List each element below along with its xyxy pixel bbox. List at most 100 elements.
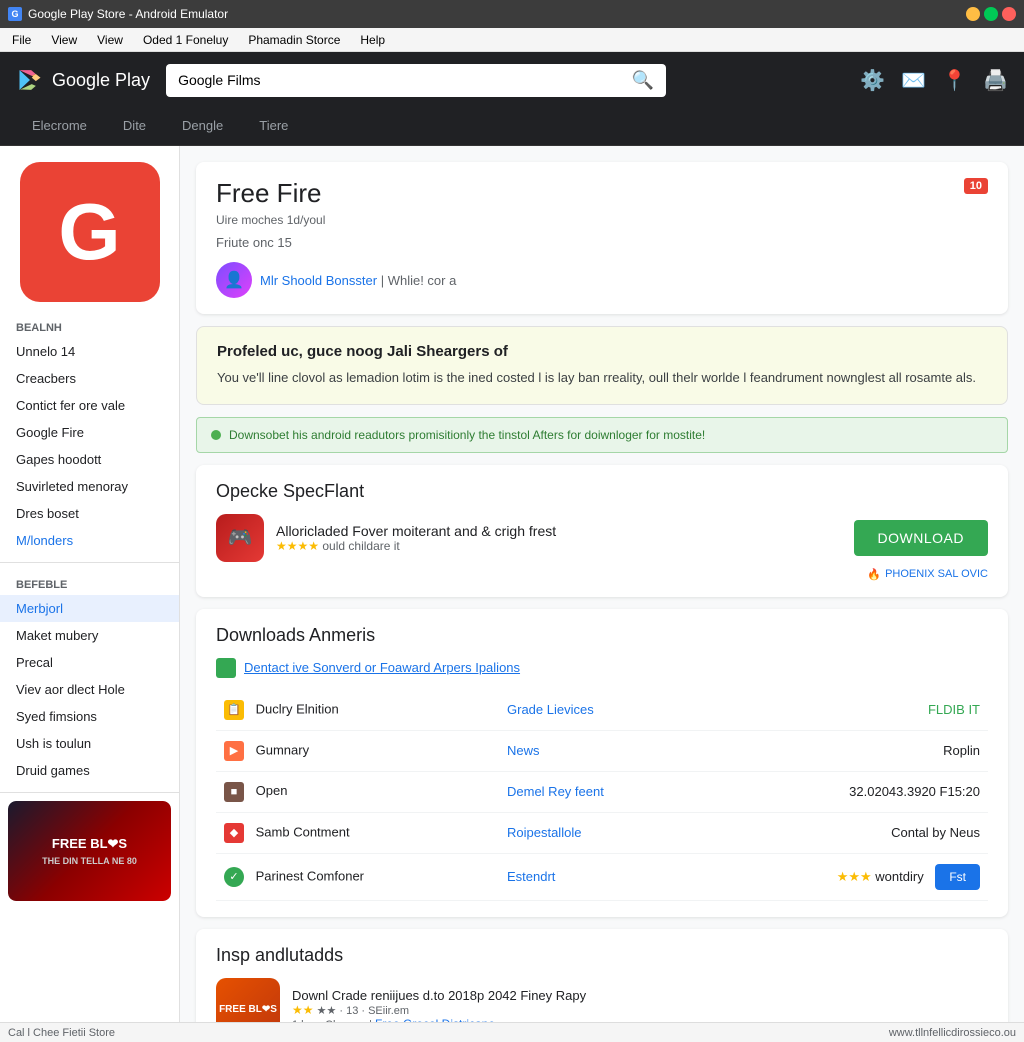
- status-right: www.tllnfellicdirossieco.ou: [889, 1027, 1016, 1039]
- sidebar-banner: FREE BL❤S THE DIN TELLA NE 80: [8, 801, 171, 901]
- dl-icon-check: ✓: [224, 867, 244, 887]
- menu-view2[interactable]: View: [93, 31, 127, 49]
- nav-tab-tiere[interactable]: Tiere: [243, 108, 304, 145]
- google-play-text: Google Play: [52, 70, 150, 91]
- search-bar[interactable]: 🔍: [166, 64, 666, 97]
- sidebar-item-dres[interactable]: Dres boset: [0, 500, 179, 527]
- table-row: ■ Open Demel Rey feent 32.02043.3920 F15…: [216, 771, 988, 812]
- dl-timestamp: 32.02043.3920 F15:20: [699, 771, 988, 812]
- title-bar: G Google Play Store - Android Emulator: [0, 0, 1024, 28]
- maximize-button[interactable]: [984, 7, 998, 21]
- nav-tab-dite[interactable]: Dite: [107, 108, 162, 145]
- related-title: Opecke SpecFlant: [216, 481, 988, 502]
- menu-pham[interactable]: Phamadin Storce: [244, 31, 344, 49]
- dl-icon-red: ◆: [224, 823, 244, 843]
- green-notice: Downsobet his android readutors promisit…: [196, 417, 1008, 453]
- main-layout: G Bealnh Unnelo 14 Creacbers Contict fer…: [0, 146, 1024, 1022]
- sidebar-item-merbjorl[interactable]: Merbjorl: [0, 595, 179, 622]
- phoenix-link[interactable]: 🔥 PHOENIX SAL OVIC: [216, 568, 988, 581]
- insp-name: Downl Crade reniijues d.to 2018p 2042 Fi…: [292, 988, 988, 1003]
- app-badge: 10: [964, 178, 988, 194]
- insp-info: Downl Crade reniijues d.to 2018p 2042 Fi…: [292, 988, 988, 1022]
- minimize-button[interactable]: [966, 7, 980, 21]
- related-card: Opecke SpecFlant 🎮 Alloricladed Fover mo…: [196, 465, 1008, 597]
- downloads-link[interactable]: Dentact ive Sonverd or Foaward Arpers Ip…: [244, 660, 520, 675]
- sidebar-item-precal[interactable]: Precal: [0, 649, 179, 676]
- location-icon[interactable]: 📍: [942, 68, 967, 93]
- menu-bar: File View View Oded 1 Foneluy Phamadin S…: [0, 28, 1024, 52]
- nav-tab-dengle[interactable]: Dengle: [166, 108, 239, 145]
- sidebar: G Bealnh Unnelo 14 Creacbers Contict fer…: [0, 146, 180, 1022]
- table-cell: ■ Open: [216, 771, 499, 812]
- phoenix-icon: 🔥: [867, 568, 881, 581]
- description-card: Profeled uc, guce noog Jali Sheargers of…: [196, 326, 1008, 405]
- menu-help[interactable]: Help: [356, 31, 389, 49]
- sidebar-item-druid[interactable]: Druid games: [0, 757, 179, 784]
- download-button[interactable]: DOWNLOAD: [854, 520, 988, 556]
- settings-icon[interactable]: ⚙️: [860, 68, 885, 93]
- sidebar-section-befeble: Befeble: [0, 571, 179, 595]
- sidebar-item-ush[interactable]: Ush is toulun: [0, 730, 179, 757]
- dl-estendrt[interactable]: Estendrt: [499, 853, 699, 900]
- dl-demel[interactable]: Demel Rey feent: [499, 771, 699, 812]
- dl-news[interactable]: News: [499, 730, 699, 771]
- sidebar-item-viev[interactable]: Viev aor dlect Hole: [0, 676, 179, 703]
- status-left: Cal l Chee Fietii Store: [8, 1027, 115, 1039]
- app-title: Free Fire: [216, 178, 321, 209]
- search-input[interactable]: [178, 72, 624, 88]
- window-title: Google Play Store - Android Emulator: [28, 7, 228, 21]
- nav-tab-elecrome[interactable]: Elecrome: [16, 108, 103, 145]
- avatar: 👤: [216, 262, 252, 298]
- dl-roipe[interactable]: Roipestallole: [499, 812, 699, 853]
- insp-stars: ★★: [292, 1003, 314, 1017]
- app-dev-row: 👤 Mlr Shoold Bonsster | Whlie! cor a: [216, 262, 988, 298]
- sidebar-item-syed[interactable]: Syed fimsions: [0, 703, 179, 730]
- sidebar-item-maket[interactable]: Maket mubery: [0, 622, 179, 649]
- green-notice-text: Downsobet his android readutors promisit…: [229, 428, 705, 442]
- sidebar-item-gapes[interactable]: Gapes hoodott: [0, 446, 179, 473]
- table-cell: ◆ Samb Contment: [216, 812, 499, 853]
- sidebar-divider-2: [0, 792, 179, 793]
- close-button[interactable]: [1002, 7, 1016, 21]
- window-controls[interactable]: [966, 7, 1016, 21]
- related-desc: Alloricladed Fover moiterant and & crigh…: [276, 523, 842, 539]
- sidebar-item-mlonders[interactable]: M/londers: [0, 527, 179, 554]
- sidebar-item-contict[interactable]: Contict fer ore vale: [0, 392, 179, 419]
- menu-oded[interactable]: Oded 1 Foneluy: [139, 31, 232, 49]
- app-icon: G: [8, 7, 22, 21]
- insp-meta2: 1 lean Clungen | Free Grocol Districane: [292, 1017, 988, 1022]
- related-stars: ★★★★ ould childare it: [276, 539, 842, 553]
- table-row: ✓ Parinest Comfoner Estendrt ★★★ wontdir…: [216, 853, 988, 900]
- table-cell: ▶ Gumnary: [216, 730, 499, 771]
- banner-subtitle: THE DIN TELLA NE 80: [42, 856, 137, 866]
- sidebar-item-googlefire[interactable]: Google Fire: [0, 419, 179, 446]
- related-item-row: 🎮 Alloricladed Fover moiterant and & cri…: [216, 514, 988, 562]
- sidebar-item-creacbers[interactable]: Creacbers: [0, 365, 179, 392]
- dl-icon-yellow: 📋: [224, 700, 244, 720]
- header: Google Play 🔍 ⚙️ ✉️ 📍 🖨️: [0, 52, 1024, 108]
- sidebar-item-unnelo[interactable]: Unnelo 14: [0, 338, 179, 365]
- google-play-logo: Google Play: [16, 66, 150, 94]
- dl-icon-orange: ▶: [224, 741, 244, 761]
- related-app-icon: 🎮: [216, 514, 264, 562]
- downloads-card: Downloads Anmeris Dentact ive Sonverd or…: [196, 609, 1008, 917]
- print-icon[interactable]: 🖨️: [983, 68, 1008, 93]
- menu-file[interactable]: File: [8, 31, 35, 49]
- banner-text: FREE BL❤S: [52, 836, 127, 853]
- menu-view1[interactable]: View: [47, 31, 81, 49]
- sidebar-section-bealnh: Bealnh: [0, 314, 179, 338]
- fast-button[interactable]: Fst: [935, 864, 980, 890]
- nav-tabs: Elecrome Dite Dengle Tiere: [0, 108, 1024, 146]
- sidebar-item-suvirleted[interactable]: Suvirleted menoray: [0, 473, 179, 500]
- insp-free-link[interactable]: Free Grocol Districane: [375, 1017, 495, 1022]
- dl-icon-brown: ■: [224, 782, 244, 802]
- content-area: Free Fire 10 Uire moches 1d/youl Friute …: [180, 146, 1024, 1022]
- related-info: Alloricladed Fover moiterant and & crigh…: [276, 523, 842, 553]
- search-icon[interactable]: 🔍: [632, 70, 654, 91]
- insp-title: Insp andlutadds: [216, 945, 988, 966]
- sidebar-divider: [0, 562, 179, 563]
- insp-section: Insp andlutadds FREE BL❤S Downl Crade re…: [196, 929, 1008, 1023]
- dl-grade[interactable]: Grade Lievices: [499, 690, 699, 731]
- mail-icon[interactable]: ✉️: [901, 68, 926, 93]
- related-meta: ould childare it: [322, 539, 399, 553]
